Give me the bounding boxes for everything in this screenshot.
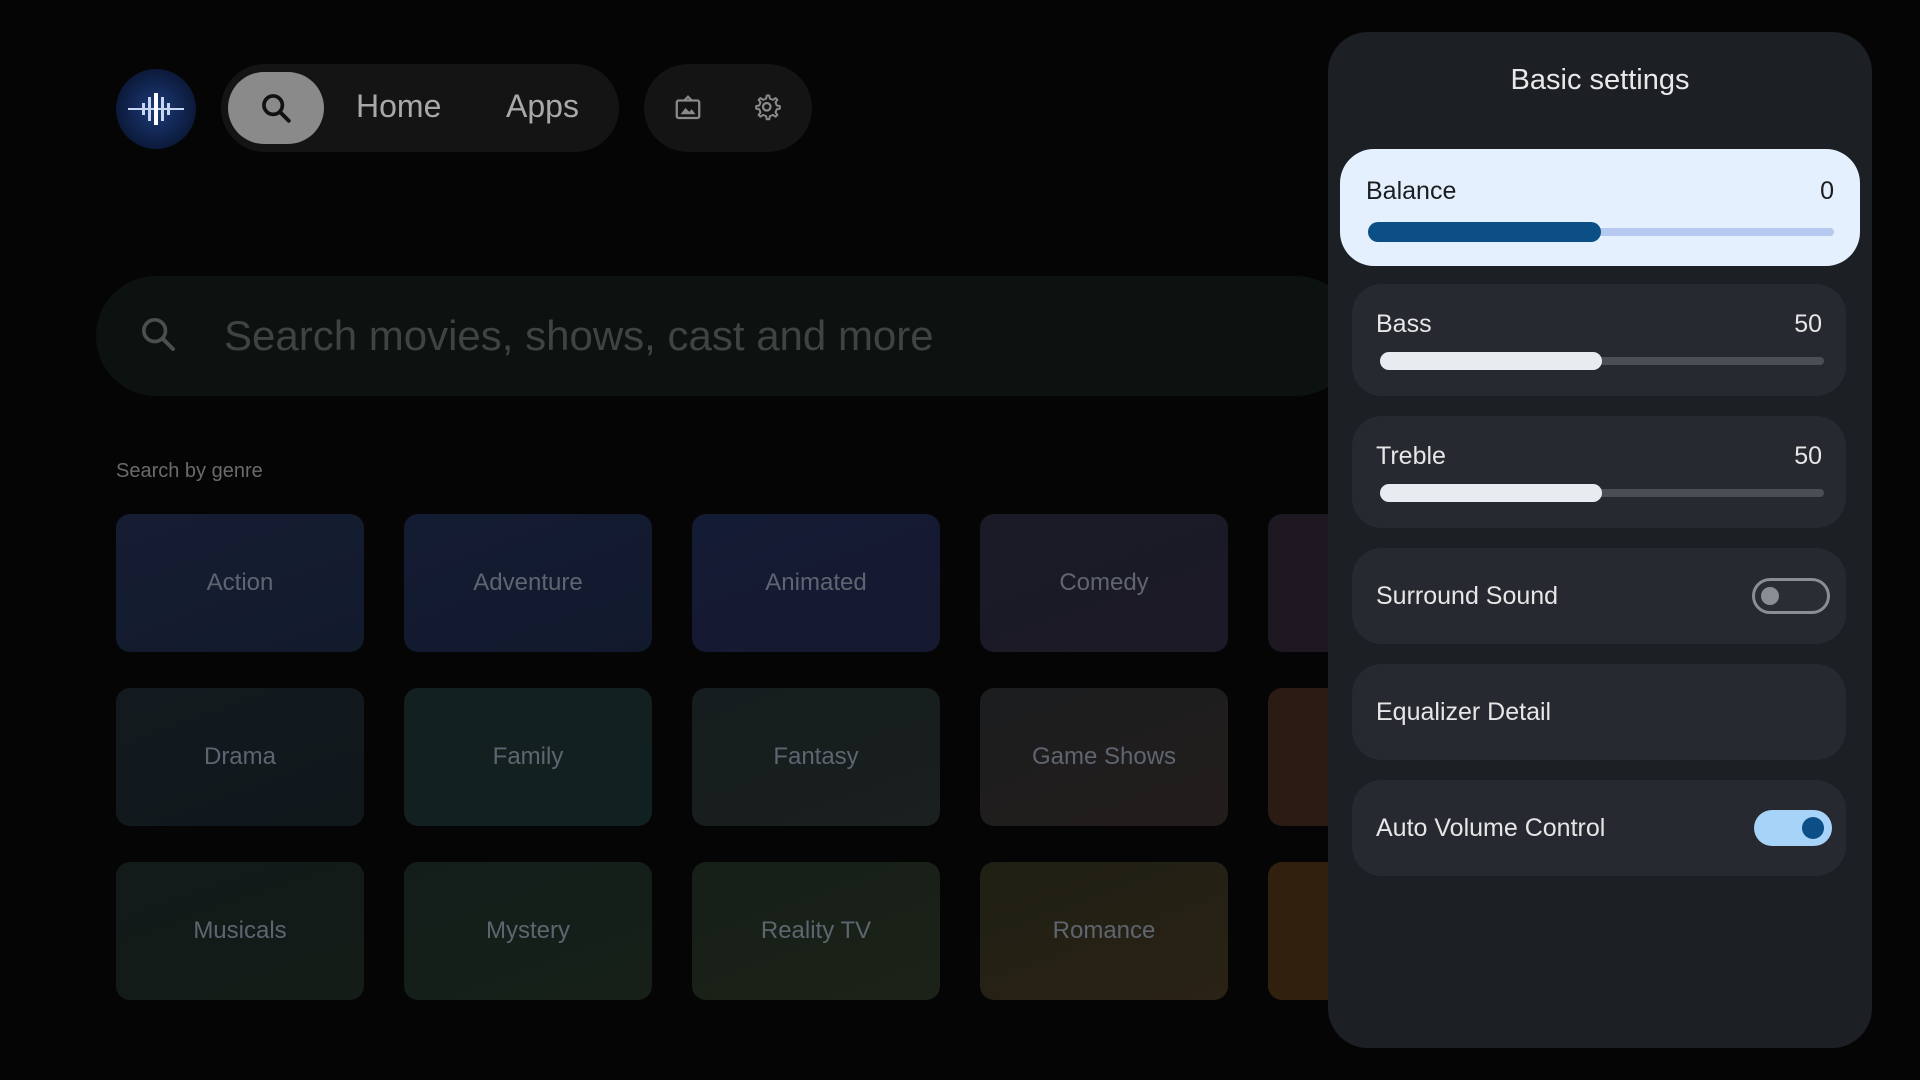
treble-slider-card[interactable]: Treble 50 xyxy=(1352,416,1846,528)
treble-fill xyxy=(1380,484,1602,502)
balance-fill xyxy=(1368,222,1601,242)
balance-value: 0 xyxy=(1820,177,1834,205)
genre-tile[interactable]: Drama xyxy=(116,688,364,826)
genre-tile[interactable]: Animated xyxy=(692,514,940,652)
equalizer-detail-label: Equalizer Detail xyxy=(1376,698,1552,726)
genre-tile[interactable]: Comedy xyxy=(980,514,1228,652)
treble-track[interactable] xyxy=(1380,484,1824,502)
gear-icon xyxy=(755,94,781,121)
auto-volume-toggle[interactable] xyxy=(1754,810,1832,846)
surround-sound-label: Surround Sound xyxy=(1376,582,1559,610)
genre-tile-partial[interactable] xyxy=(1268,514,1328,652)
bass-value: 50 xyxy=(1794,310,1822,338)
balance-track[interactable] xyxy=(1368,222,1834,242)
bass-fill xyxy=(1380,352,1602,370)
profile-logo-icon xyxy=(128,93,184,125)
bass-track[interactable] xyxy=(1380,352,1824,370)
bass-slider-card[interactable]: Bass 50 xyxy=(1352,284,1846,396)
profile-avatar[interactable] xyxy=(116,69,196,149)
genre-tile[interactable]: Adventure xyxy=(404,514,652,652)
genre-tile[interactable]: Musicals xyxy=(116,862,364,1000)
surround-sound-toggle[interactable] xyxy=(1752,578,1830,614)
panel-title: Basic settings xyxy=(1510,64,1690,96)
search-icon xyxy=(262,94,291,123)
auto-volume-row[interactable]: Auto Volume Control xyxy=(1352,780,1846,876)
toggle-knob xyxy=(1802,817,1824,839)
genre-tile[interactable]: Romance xyxy=(980,862,1228,1000)
genre-section-title: Search by genre xyxy=(116,460,263,482)
photo-frame-icon xyxy=(675,95,701,120)
search-placeholder: Search movies, shows, cast and more xyxy=(224,312,934,359)
auto-volume-label: Auto Volume Control xyxy=(1376,814,1606,842)
genre-tile-partial[interactable] xyxy=(1268,688,1328,826)
genre-tile[interactable]: Reality TV xyxy=(692,862,940,1000)
balance-slider-card[interactable]: Balance 0 xyxy=(1340,149,1860,266)
treble-label: Treble xyxy=(1376,442,1446,470)
genre-tile[interactable]: Mystery xyxy=(404,862,652,1000)
settings-button[interactable] xyxy=(740,80,796,136)
nav-home[interactable]: Home xyxy=(356,86,441,126)
ambient-photo-button[interactable] xyxy=(660,80,716,136)
nav-apps[interactable]: Apps xyxy=(506,86,579,126)
surround-sound-row[interactable]: Surround Sound xyxy=(1352,548,1846,644)
genre-tile[interactable]: Game Shows xyxy=(980,688,1228,826)
search-field-icon xyxy=(142,318,175,351)
genre-tile[interactable]: Action xyxy=(116,514,364,652)
treble-value: 50 xyxy=(1794,442,1822,470)
genre-tile[interactable]: Family xyxy=(404,688,652,826)
genre-tile-partial[interactable] xyxy=(1268,862,1328,1000)
genre-tile[interactable]: Fantasy xyxy=(692,688,940,826)
balance-label: Balance xyxy=(1366,177,1457,205)
equalizer-detail-row[interactable]: Equalizer Detail xyxy=(1352,664,1846,760)
toggle-knob xyxy=(1761,587,1779,605)
bass-label: Bass xyxy=(1376,310,1432,338)
nav-search-button[interactable] xyxy=(228,72,324,144)
